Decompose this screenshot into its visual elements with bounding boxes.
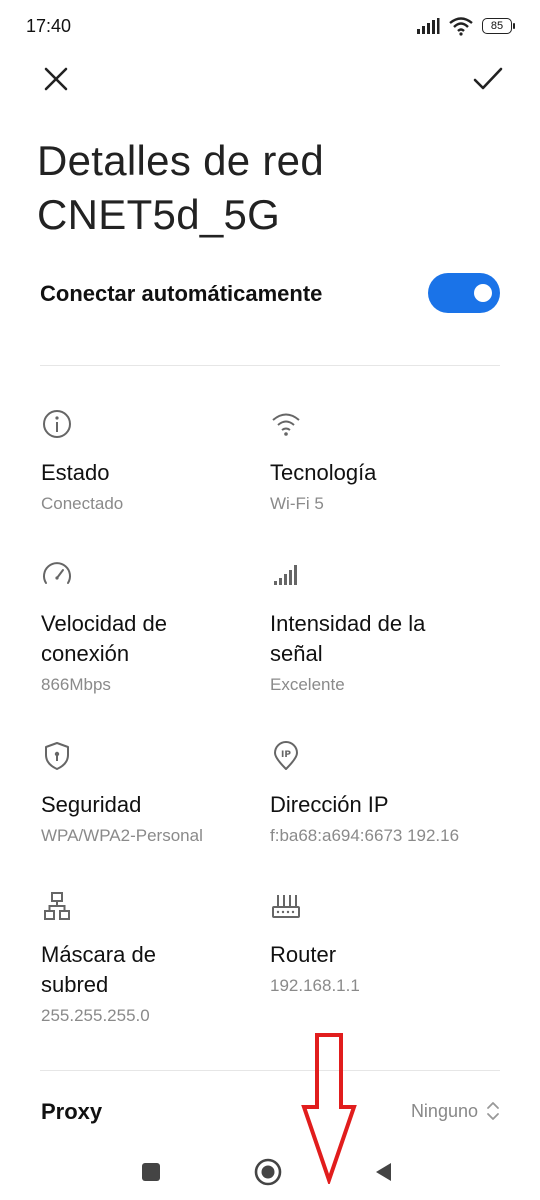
confirm-button[interactable] bbox=[468, 59, 508, 99]
detail-value: f:ba68:a694:6673 192.16 bbox=[270, 826, 460, 845]
recents-button[interactable] bbox=[131, 1152, 171, 1192]
detail-value: WPA/WPA2-Personal bbox=[41, 826, 203, 845]
detail-value: Wi-Fi 5 bbox=[270, 494, 324, 513]
detail-signal-strength: Intensidad de la señal Excelente bbox=[270, 559, 500, 695]
detail-label: Máscara de subred bbox=[41, 942, 156, 997]
detail-label: Router bbox=[270, 942, 337, 967]
detail-value: Conectado bbox=[41, 494, 124, 513]
auto-connect-toggle[interactable] bbox=[428, 273, 500, 313]
detail-label: Velocidad de conexión bbox=[41, 611, 167, 666]
detail-label: Seguridad bbox=[41, 792, 142, 817]
signal-strength-icon bbox=[274, 565, 297, 585]
detail-link-speed: Velocidad de conexión 866Mbps bbox=[41, 559, 271, 695]
navigation-bar bbox=[0, 1140, 540, 1200]
close-button[interactable] bbox=[36, 59, 76, 99]
detail-label: Tecnología bbox=[270, 460, 377, 485]
status-bar: 17:40 85 bbox=[0, 0, 540, 52]
back-triangle-icon bbox=[376, 1163, 391, 1181]
wifi-icon bbox=[449, 17, 473, 36]
detail-value: 192.168.1.1 bbox=[270, 976, 360, 995]
detail-status: Estado Conectado bbox=[41, 408, 271, 514]
home-circle-icon bbox=[254, 1158, 282, 1186]
recents-square-icon bbox=[142, 1163, 160, 1181]
detail-subnet-mask: Máscara de subred 255.255.255.0 bbox=[41, 890, 271, 1026]
svg-text:IP: IP bbox=[281, 750, 291, 760]
auto-connect-row: Conectar automáticamente bbox=[40, 270, 500, 320]
ip-location-icon: IP bbox=[274, 741, 298, 770]
detail-ip-address: IP Dirección IP f:ba68:a694:6673 192.16 bbox=[270, 740, 500, 846]
back-button[interactable] bbox=[364, 1152, 404, 1192]
network-topology-icon bbox=[44, 892, 70, 920]
close-icon bbox=[44, 67, 68, 91]
page-title: Detalles de red CNET5d_5G bbox=[37, 134, 324, 242]
network-name: CNET5d_5G bbox=[37, 191, 281, 238]
check-icon bbox=[473, 67, 503, 90]
detail-label: Intensidad de la señal bbox=[270, 611, 426, 666]
info-icon bbox=[43, 410, 71, 438]
router-icon bbox=[272, 895, 300, 918]
divider bbox=[40, 365, 500, 366]
wifi-icon bbox=[272, 413, 300, 436]
detail-label: Dirección IP bbox=[270, 792, 389, 817]
status-time: 17:40 bbox=[26, 16, 72, 36]
detail-router: Router 192.168.1.1 bbox=[270, 890, 500, 996]
annotation-arrow bbox=[300, 1032, 358, 1189]
chevron-up-down-icon bbox=[487, 1102, 499, 1120]
detail-label: Estado bbox=[41, 460, 110, 485]
page-title-line1: Detalles de red bbox=[37, 137, 324, 184]
red-down-arrow-icon bbox=[301, 1033, 357, 1187]
proxy-label: Proxy bbox=[41, 1099, 103, 1124]
battery-icon: 85 bbox=[482, 18, 515, 34]
detail-security: Seguridad WPA/WPA2-Personal bbox=[41, 740, 271, 846]
detail-value: Excelente bbox=[270, 675, 345, 694]
auto-connect-label: Conectar automáticamente bbox=[40, 281, 323, 306]
cell-signal-icon bbox=[417, 18, 440, 34]
proxy-value: Ninguno bbox=[410, 1100, 478, 1121]
toggle-knob bbox=[474, 284, 492, 302]
shield-icon bbox=[45, 742, 69, 770]
detail-value: 255.255.255.0 bbox=[41, 1006, 150, 1025]
speedometer-icon bbox=[43, 562, 71, 584]
battery-level: 85 bbox=[490, 20, 504, 32]
detail-technology: Tecnología Wi-Fi 5 bbox=[270, 408, 500, 514]
status-icons: 85 bbox=[416, 16, 515, 36]
divider bbox=[40, 1070, 500, 1071]
proxy-selector[interactable]: Ninguno bbox=[411, 1100, 500, 1122]
detail-value: 866Mbps bbox=[41, 675, 111, 694]
home-button[interactable] bbox=[248, 1152, 288, 1192]
